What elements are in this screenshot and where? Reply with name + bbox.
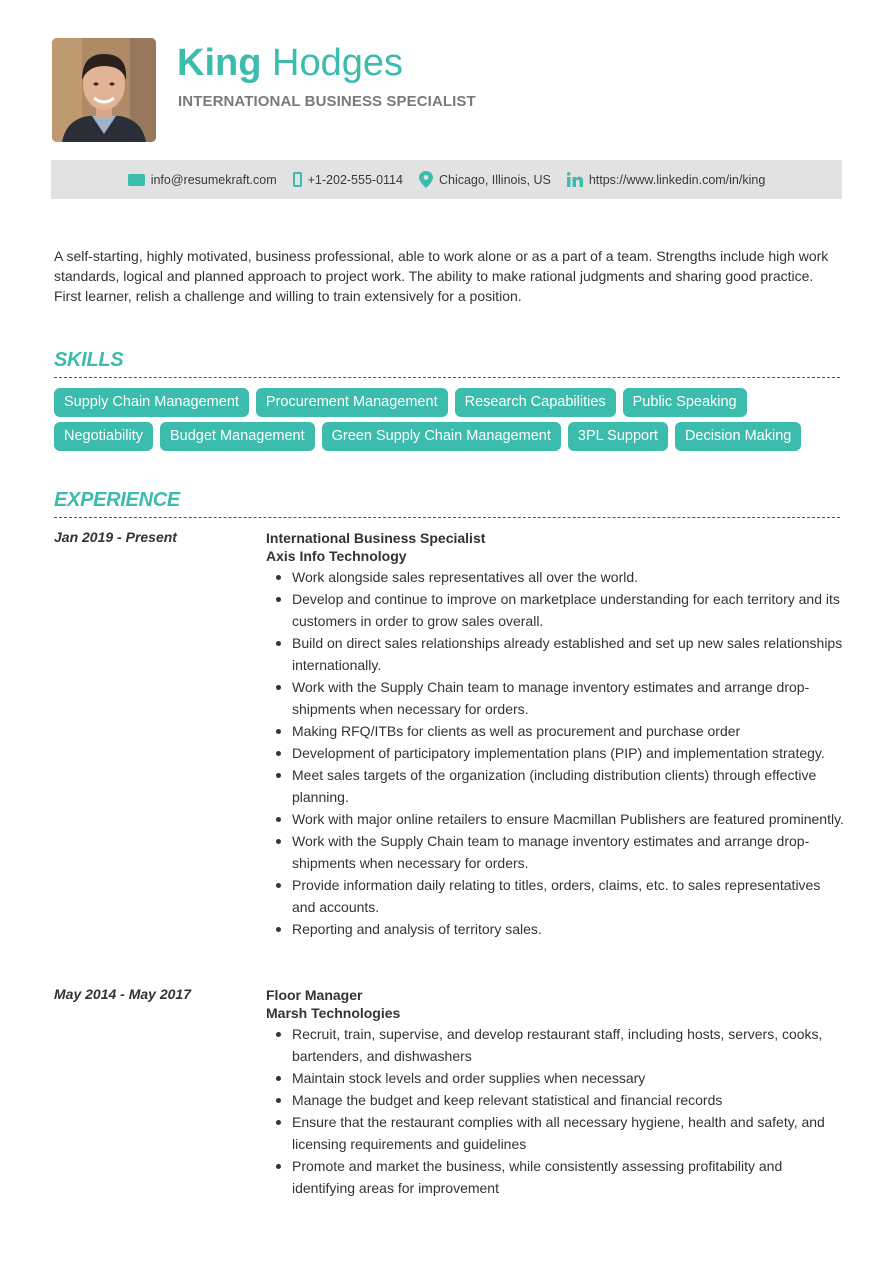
- job-bullet: Work with the Supply Chain team to manag…: [266, 676, 846, 720]
- job-position: Floor Manager: [266, 987, 363, 1003]
- skill-tag: Green Supply Chain Management: [321, 422, 561, 451]
- linkedin-link[interactable]: https://www.linkedin.com/in/king: [589, 173, 765, 187]
- job-bullet: Work with the Supply Chain team to manag…: [266, 830, 846, 874]
- job-bullet: Build on direct sales relationships alre…: [266, 632, 846, 676]
- contact-linkedin[interactable]: https://www.linkedin.com/in/king: [566, 172, 765, 187]
- job-bullet: Maintain stock levels and order supplies…: [266, 1067, 846, 1089]
- person-portrait-icon: [52, 38, 156, 142]
- job-title-heading: INTERNATIONAL BUSINESS SPECIALIST: [178, 93, 476, 110]
- skills-row: Supply Chain Management Procurement Mana…: [54, 388, 844, 417]
- experience-divider: [54, 517, 840, 518]
- job-details: Floor Manager Marsh Technologies Recruit…: [266, 986, 846, 1199]
- contact-location: Chicago, Illinois, US: [418, 171, 551, 188]
- job-bullet: Manage the budget and keep relevant stat…: [266, 1089, 846, 1111]
- job-bullet: Meet sales targets of the organization (…: [266, 764, 846, 808]
- profile-summary: A self-starting, highly motivated, busin…: [54, 248, 829, 304]
- skills-list: Supply Chain Management Procurement Mana…: [54, 388, 844, 456]
- job-bullets: Work alongside sales representatives all…: [266, 566, 846, 940]
- job-bullet: Development of participatory implementat…: [266, 742, 846, 764]
- skills-heading: SKILLS: [54, 349, 124, 371]
- job-date: May 2014 - May 2017: [54, 986, 191, 1002]
- job-company: Marsh Technologies: [266, 1005, 401, 1021]
- skills-divider: [54, 377, 840, 378]
- job-bullet: Reporting and analysis of territory sale…: [266, 918, 846, 940]
- job-bullet: Promote and market the business, while c…: [266, 1155, 846, 1199]
- email-text[interactable]: info@resumekraft.com: [151, 173, 277, 187]
- job-bullet: Recruit, train, supervise, and develop r…: [266, 1023, 846, 1067]
- experience-heading: EXPERIENCE: [54, 489, 180, 511]
- skill-tag: Supply Chain Management: [54, 388, 249, 417]
- phone-text[interactable]: +1-202-555-0114: [308, 173, 403, 187]
- job-date: Jan 2019 - Present: [54, 529, 177, 545]
- location-text: Chicago, Illinois, US: [438, 172, 551, 187]
- job-position: International Business Specialist: [266, 530, 486, 546]
- job-company: Axis Info Technology: [266, 548, 407, 564]
- job-details: International Business Specialist Axis I…: [266, 529, 846, 940]
- job-bullet: Ensure that the restaurant complies with…: [266, 1111, 846, 1155]
- location-pin-icon: [418, 171, 433, 188]
- contact-phone[interactable]: +1-202-555-0114: [292, 172, 403, 187]
- job-bullet: Making RFQ/ITBs for clients as well as p…: [266, 720, 846, 742]
- contact-email[interactable]: info@resumekraft.com: [127, 173, 277, 187]
- linkedin-icon: [566, 172, 583, 187]
- first-name: King: [177, 42, 262, 84]
- skill-tag: Decision Making: [674, 422, 802, 451]
- skill-tag: Public Speaking: [622, 388, 747, 417]
- job-bullet: Develop and continue to improve on marke…: [266, 588, 846, 632]
- skill-tag: 3PL Support: [567, 422, 668, 451]
- skill-tag: Negotiability: [54, 422, 153, 451]
- skill-tag: Research Capabilities: [454, 388, 616, 417]
- mail-icon: [127, 173, 145, 186]
- last-name: Hodges: [272, 42, 403, 84]
- skills-row: Negotiability Budget Management Green Su…: [54, 422, 844, 451]
- job-bullet: Work with major online retailers to ensu…: [266, 808, 846, 830]
- job-bullet: Provide information daily relating to ti…: [266, 874, 846, 918]
- job-bullet: Work alongside sales representatives all…: [266, 566, 846, 588]
- phone-icon: [292, 172, 302, 187]
- skill-tag: Procurement Management: [255, 388, 448, 417]
- skill-tag: Budget Management: [160, 422, 315, 451]
- contact-bar: info@resumekraft.com +1-202-555-0114 Chi…: [51, 160, 842, 199]
- candidate-name: King Hodges: [177, 40, 403, 86]
- profile-photo: [52, 38, 156, 142]
- job-bullets: Recruit, train, supervise, and develop r…: [266, 1023, 846, 1199]
